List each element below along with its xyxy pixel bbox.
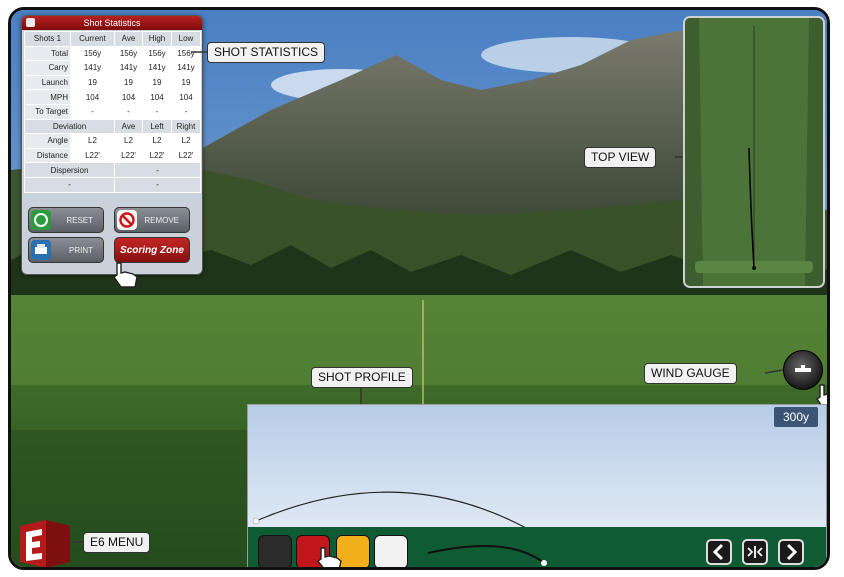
chevron-left-icon: [712, 543, 724, 561]
top-view-panel[interactable]: [683, 16, 825, 288]
ball-flight-preview: [428, 544, 547, 566]
pointer-hand-icon: [316, 547, 342, 567]
collapse-icon: [747, 546, 763, 558]
e6-menu-button[interactable]: [16, 518, 74, 567]
shot-trajectory: [252, 491, 526, 527]
e6-logo-icon: [20, 520, 70, 567]
chevron-right-icon: [786, 543, 798, 561]
previous-shot-button[interactable]: [706, 539, 732, 565]
next-shot-button[interactable]: [778, 539, 804, 565]
color-swatch-black[interactable]: [258, 535, 292, 567]
color-swatch-white[interactable]: [374, 535, 408, 567]
center-view-button[interactable]: [742, 539, 768, 565]
simulator-view: Shot Statistics Shots 1 Current Ave High…: [8, 7, 830, 570]
top-view-map: [685, 18, 823, 286]
